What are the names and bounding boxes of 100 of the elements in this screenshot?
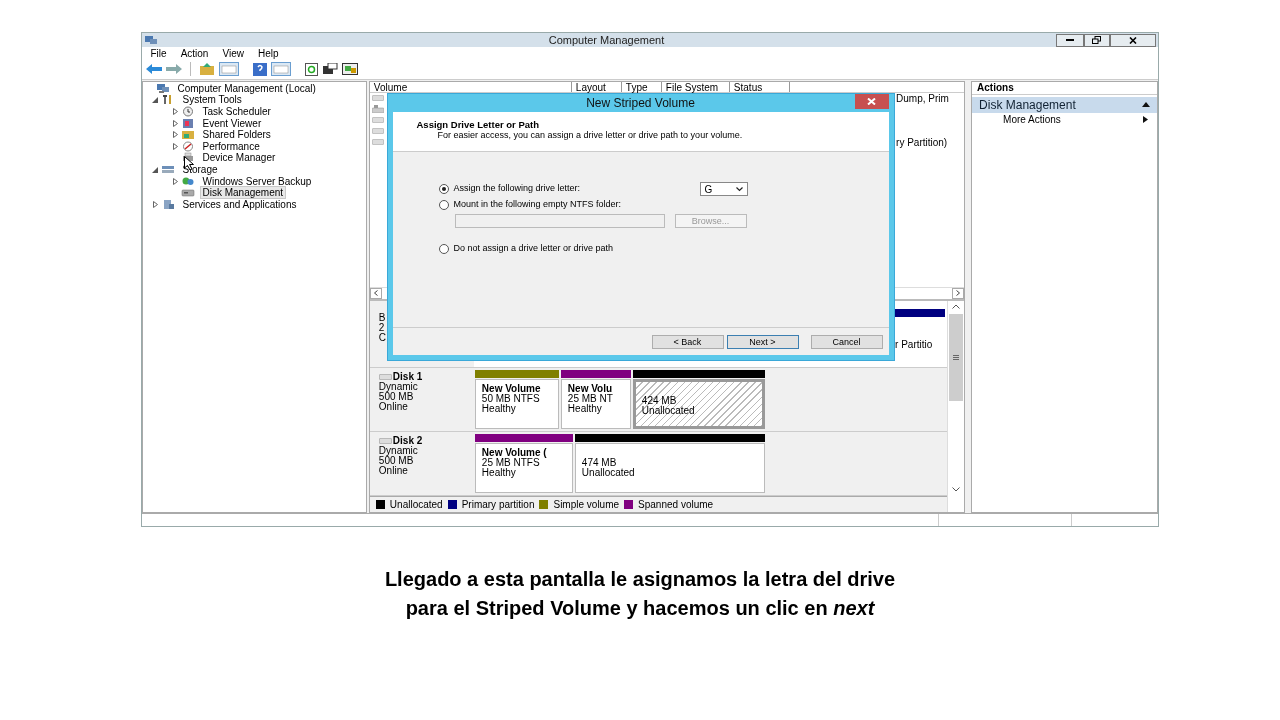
drive-icon: [371, 117, 384, 124]
computer-icon: [143, 34, 158, 46]
close-button[interactable]: [1109, 33, 1156, 47]
table-cell-text: Dump, Prim: [896, 92, 950, 104]
partition-status: Healthy: [481, 467, 517, 478]
drive-icon: [371, 139, 384, 146]
back-arrow-icon[interactable]: [145, 64, 162, 75]
dialog-title: New Striped Volume: [585, 95, 696, 112]
menu-item[interactable]: View: [222, 47, 244, 60]
legend-label: Unallocated: [389, 497, 443, 512]
partition[interactable]: New Volu 25 MB NT Healthy: [560, 378, 631, 429]
collapsed-arrow-icon[interactable]: [172, 142, 178, 150]
partition[interactable]: 474 MB Unallocated: [574, 442, 765, 493]
column-header[interactable]: Volume: [369, 81, 572, 92]
partition-name: New Volu: [567, 383, 614, 394]
disk-status: Online: [378, 465, 409, 476]
submenu-arrow-icon: [1142, 116, 1148, 124]
restore-button[interactable]: [1083, 33, 1110, 47]
tree-item[interactable]: Services and Applications: [179, 197, 300, 211]
partition-detail: 25 MB NT: [567, 393, 614, 404]
expanded-arrow-icon[interactable]: [152, 96, 158, 103]
column-header[interactable]: File System: [661, 81, 730, 92]
properties-icon[interactable]: [321, 63, 338, 76]
dialog-subheading: For easier access, you can assign a drive letter or drive path to your volume.: [436, 130, 744, 141]
partition[interactable]: New Volume ( 25 MB NTFS Healthy: [474, 442, 573, 493]
radio-button[interactable]: [438, 244, 449, 254]
partition-status: Healthy: [481, 403, 517, 414]
tree-item[interactable]: Shared Folders: [199, 128, 274, 142]
partition[interactable]: 424 MB Unallocated: [632, 378, 765, 429]
partition-name: New Volume (: [481, 447, 548, 458]
drive-icon: [371, 128, 384, 135]
partition-status: Unallocated: [581, 467, 636, 478]
collapsed-arrow-icon[interactable]: [152, 200, 158, 208]
folder-icon: [180, 129, 195, 141]
refresh-icon[interactable]: [304, 62, 318, 76]
scroll-left-button[interactable]: [369, 287, 382, 299]
radio-button[interactable]: [438, 184, 449, 194]
disk-name: Disk 1: [392, 371, 423, 382]
partition[interactable]: New Volume 50 MB NTFS Healthy: [474, 378, 559, 429]
storage-icon: [160, 164, 175, 175]
collapsed-arrow-icon[interactable]: [172, 131, 178, 139]
column-header[interactable]: Status: [729, 81, 790, 92]
minimize-button[interactable]: [1055, 33, 1084, 47]
collapsed-arrow-icon[interactable]: [172, 119, 178, 127]
partition-detail: 424 MB: [641, 395, 678, 406]
collapsed-arrow-icon[interactable]: [172, 108, 178, 116]
partition-detail: 474 MB: [581, 457, 618, 468]
pane-icon[interactable]: [270, 62, 291, 77]
disk-size: 500 MB: [378, 455, 414, 466]
menu-item[interactable]: File: [150, 47, 167, 60]
dialog-button[interactable]: < Back: [651, 334, 724, 349]
tree-item[interactable]: Event Viewer: [199, 116, 265, 130]
partition-status: Unallocated: [641, 405, 696, 416]
disk-status: Online: [378, 401, 409, 412]
caption-line: Llegado a esta pantalla le asignamos la letra del drive: [384, 567, 896, 592]
column-header[interactable]: Layout: [571, 81, 622, 92]
disk-label: 2: [378, 322, 386, 333]
menu-item[interactable]: Action: [180, 47, 209, 60]
log-icon: [180, 117, 195, 129]
pane-icon[interactable]: [218, 62, 239, 77]
radio-label[interactable]: Assign the following drive letter:: [453, 182, 694, 196]
collapse-arrow-icon: [1141, 102, 1150, 108]
legend-label: Simple volume: [553, 497, 620, 512]
chevron-down-icon[interactable]: [952, 486, 961, 492]
close-icon: [1128, 36, 1137, 44]
chevron-up-icon[interactable]: [952, 303, 961, 309]
legend-label: Primary partition: [461, 497, 535, 512]
dialog-heading: Assign Drive Letter or Path: [416, 119, 540, 130]
tree-item[interactable]: System Tools: [179, 93, 245, 107]
tree-item[interactable]: Computer Management (Local): [174, 81, 319, 95]
radio-label[interactable]: Do not assign a drive letter or drive path: [453, 242, 694, 256]
tree-item[interactable]: Windows Server Backup: [199, 174, 315, 188]
partition-name: New Volume: [481, 383, 542, 394]
drive-icon: [371, 105, 384, 114]
scroll-thumb[interactable]: [949, 313, 964, 401]
disk-type: Dynamic: [378, 381, 419, 392]
scroll-right-button[interactable]: [952, 287, 965, 299]
action-link[interactable]: More Actions: [1003, 112, 1143, 128]
disk-label: B: [378, 312, 387, 323]
help-icon[interactable]: [252, 62, 267, 76]
tree-item[interactable]: Disk Management: [199, 186, 287, 200]
disk-label: C: [378, 332, 388, 343]
tree-item[interactable]: Device Manager: [199, 151, 279, 165]
dialog-button[interactable]: Next >: [726, 334, 799, 349]
column-header[interactable]: Type: [621, 81, 662, 92]
disk-name: Disk 2: [392, 435, 423, 446]
restore-icon: [1092, 36, 1101, 44]
collapsed-arrow-icon[interactable]: [172, 177, 178, 185]
dialog-button[interactable]: Cancel: [810, 334, 883, 349]
partition-status: Healthy: [567, 403, 603, 414]
drive-letter-dropdown[interactable]: G: [699, 182, 748, 196]
folder-up-icon[interactable]: [198, 63, 215, 76]
tree-item[interactable]: Performance: [199, 139, 263, 153]
tree-item[interactable]: Task Scheduler: [199, 105, 274, 119]
menu-item[interactable]: Help: [257, 47, 279, 60]
backup-icon: [180, 175, 195, 187]
chevron-left-icon: [373, 290, 378, 297]
expanded-arrow-icon[interactable]: [152, 166, 158, 173]
section-header[interactable]: Disk Management: [972, 96, 1157, 113]
drive-icon: [371, 95, 384, 102]
